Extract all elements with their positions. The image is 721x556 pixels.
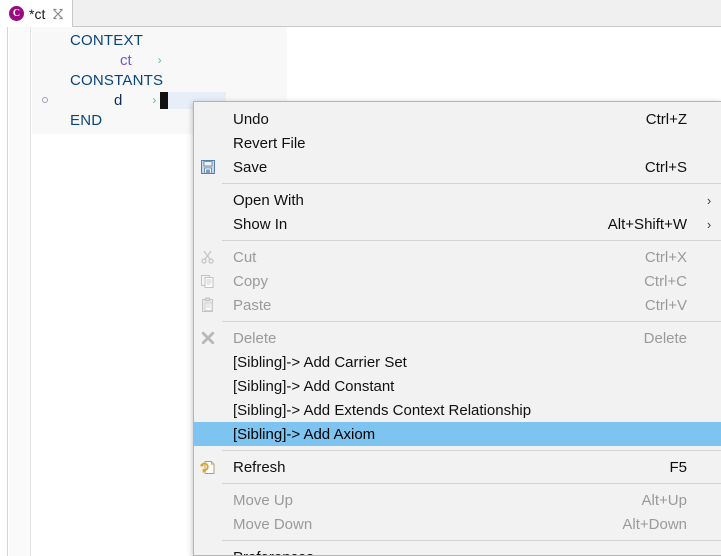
menu-item-label: [Sibling]-> Add Extends Context Relation… xyxy=(233,401,532,419)
menu-item-label: Save xyxy=(233,158,268,176)
menu-item-label: Preferences... xyxy=(222,549,687,556)
menu-separator xyxy=(222,483,721,484)
context-menu[interactable]: Undo Ctrl+Z Revert File Save Ctrl+S Open With… xyxy=(193,101,721,556)
menu-item-icon-slot xyxy=(194,107,222,131)
editor-outer-gutter xyxy=(0,27,8,556)
keyword-context: CONTEXT xyxy=(70,31,144,49)
menu-item-paste[interactable]: Paste Ctrl+V xyxy=(194,293,721,317)
menu-item-accelerator: Ctrl+X xyxy=(644,248,687,266)
text-caret xyxy=(160,91,169,109)
menu-item-undo[interactable]: Undo Ctrl+Z xyxy=(194,107,721,131)
menu-item-label: Copy xyxy=(233,272,269,290)
menu-item-accelerator: Ctrl+Z xyxy=(645,110,687,128)
menu-item-icon-slot xyxy=(194,350,222,374)
menu-item-accelerator: Delete xyxy=(643,329,687,347)
chevron-right-icon: › xyxy=(706,216,712,232)
refresh-icon xyxy=(194,455,222,479)
collapse-bullet-icon[interactable] xyxy=(42,97,48,103)
menu-item-label: Show In xyxy=(233,215,288,233)
menu-item-icon-slot xyxy=(194,188,222,212)
menu-item-accelerator: Alt+Down xyxy=(622,515,687,533)
editor-tab-label: *ct xyxy=(29,5,46,22)
menu-item-label: Move Down xyxy=(233,515,313,533)
menu-item-label: Open With xyxy=(233,191,304,209)
menu-separator xyxy=(222,540,721,541)
menu-item-accelerator: Alt+Up xyxy=(641,491,687,509)
delete-icon xyxy=(194,326,222,350)
menu-separator xyxy=(222,321,721,322)
menu-item-sibling-add-axiom[interactable]: [Sibling]-> Add Axiom xyxy=(194,422,721,446)
menu-separator xyxy=(222,240,721,241)
menu-item-icon-slot xyxy=(194,545,222,555)
menu-item-icon-slot xyxy=(194,131,222,155)
menu-item-cut[interactable]: Cut Ctrl+X xyxy=(194,245,721,269)
chevron-right-icon: › xyxy=(706,192,712,208)
menu-item-accelerator: Alt+Shift+W xyxy=(607,215,687,233)
menu-item-label: [Sibling]-> Add Carrier Set xyxy=(233,353,407,371)
menu-item-icon-slot xyxy=(194,422,222,446)
menu-separator xyxy=(222,450,721,451)
keyword-end: END xyxy=(70,111,103,129)
menu-item-label: Revert File xyxy=(233,134,306,152)
menu-item-accelerator: Ctrl+C xyxy=(644,272,687,290)
close-icon[interactable] xyxy=(52,8,64,20)
menu-item-label: [Sibling]-> Add Axiom xyxy=(233,425,376,443)
menu-item-label: Move Up xyxy=(233,491,294,509)
editor-marker-gutter[interactable] xyxy=(9,27,31,556)
paste-icon xyxy=(194,293,222,317)
code-line-ct[interactable]: ct › xyxy=(32,50,287,70)
chevron-right-icon: › xyxy=(157,53,162,67)
menu-item-move-down[interactable]: Move Down Alt+Down xyxy=(194,512,721,536)
menu-item-save[interactable]: Save Ctrl+S xyxy=(194,155,721,179)
menu-item-label: Cut xyxy=(233,248,257,266)
editor-tab-bar: C *ct xyxy=(0,0,721,27)
menu-item-accelerator: F5 xyxy=(669,458,687,476)
identifier-ct[interactable]: ct xyxy=(32,52,132,69)
menu-item-show-in[interactable]: Show In Alt+Shift+W › xyxy=(194,212,721,236)
keyword-constants: CONSTANTS xyxy=(70,71,164,89)
menu-separator xyxy=(222,183,721,184)
code-line-context[interactable]: CONTEXT xyxy=(32,30,287,50)
menu-item-revert-file[interactable]: Revert File xyxy=(194,131,721,155)
menu-item-sibling-add-carrier-set[interactable]: [Sibling]-> Add Carrier Set xyxy=(194,350,721,374)
menu-item-move-up[interactable]: Move Up Alt+Up xyxy=(194,488,721,512)
menu-item-label: Paste xyxy=(233,296,272,314)
menu-item-preferences[interactable]: Preferences... xyxy=(194,545,721,556)
menu-item-sibling-add-constant[interactable]: [Sibling]-> Add Constant xyxy=(194,374,721,398)
menu-item-icon-slot xyxy=(194,512,222,536)
menu-item-accelerator: Ctrl+V xyxy=(644,296,687,314)
copy-icon xyxy=(194,269,222,293)
chevron-right-icon: › xyxy=(152,93,157,107)
menu-item-accelerator: Ctrl+S xyxy=(644,158,687,176)
menu-item-delete[interactable]: Delete Delete xyxy=(194,326,721,350)
menu-item-icon-slot xyxy=(194,488,222,512)
menu-item-label: Delete xyxy=(233,329,277,347)
cut-icon xyxy=(194,245,222,269)
menu-item-label: Undo xyxy=(233,110,269,128)
menu-item-label: Refresh xyxy=(233,458,286,476)
menu-item-refresh[interactable]: Refresh F5 xyxy=(194,455,721,479)
menu-item-icon-slot xyxy=(194,374,222,398)
menu-item-icon-slot xyxy=(194,212,222,236)
save-icon xyxy=(194,155,222,179)
menu-item-icon-slot xyxy=(194,398,222,422)
editor-tab-ct[interactable]: C *ct xyxy=(0,0,74,27)
menu-item-copy[interactable]: Copy Ctrl+C xyxy=(194,269,721,293)
menu-item-label: [Sibling]-> Add Constant xyxy=(233,377,395,395)
menu-item-open-with[interactable]: Open With › xyxy=(194,188,721,212)
menu-item-sibling-add-extends-context-relationship[interactable]: [Sibling]-> Add Extends Context Relation… xyxy=(194,398,721,422)
code-line-constants[interactable]: CONSTANTS xyxy=(32,70,287,90)
context-file-icon: C xyxy=(9,6,24,21)
